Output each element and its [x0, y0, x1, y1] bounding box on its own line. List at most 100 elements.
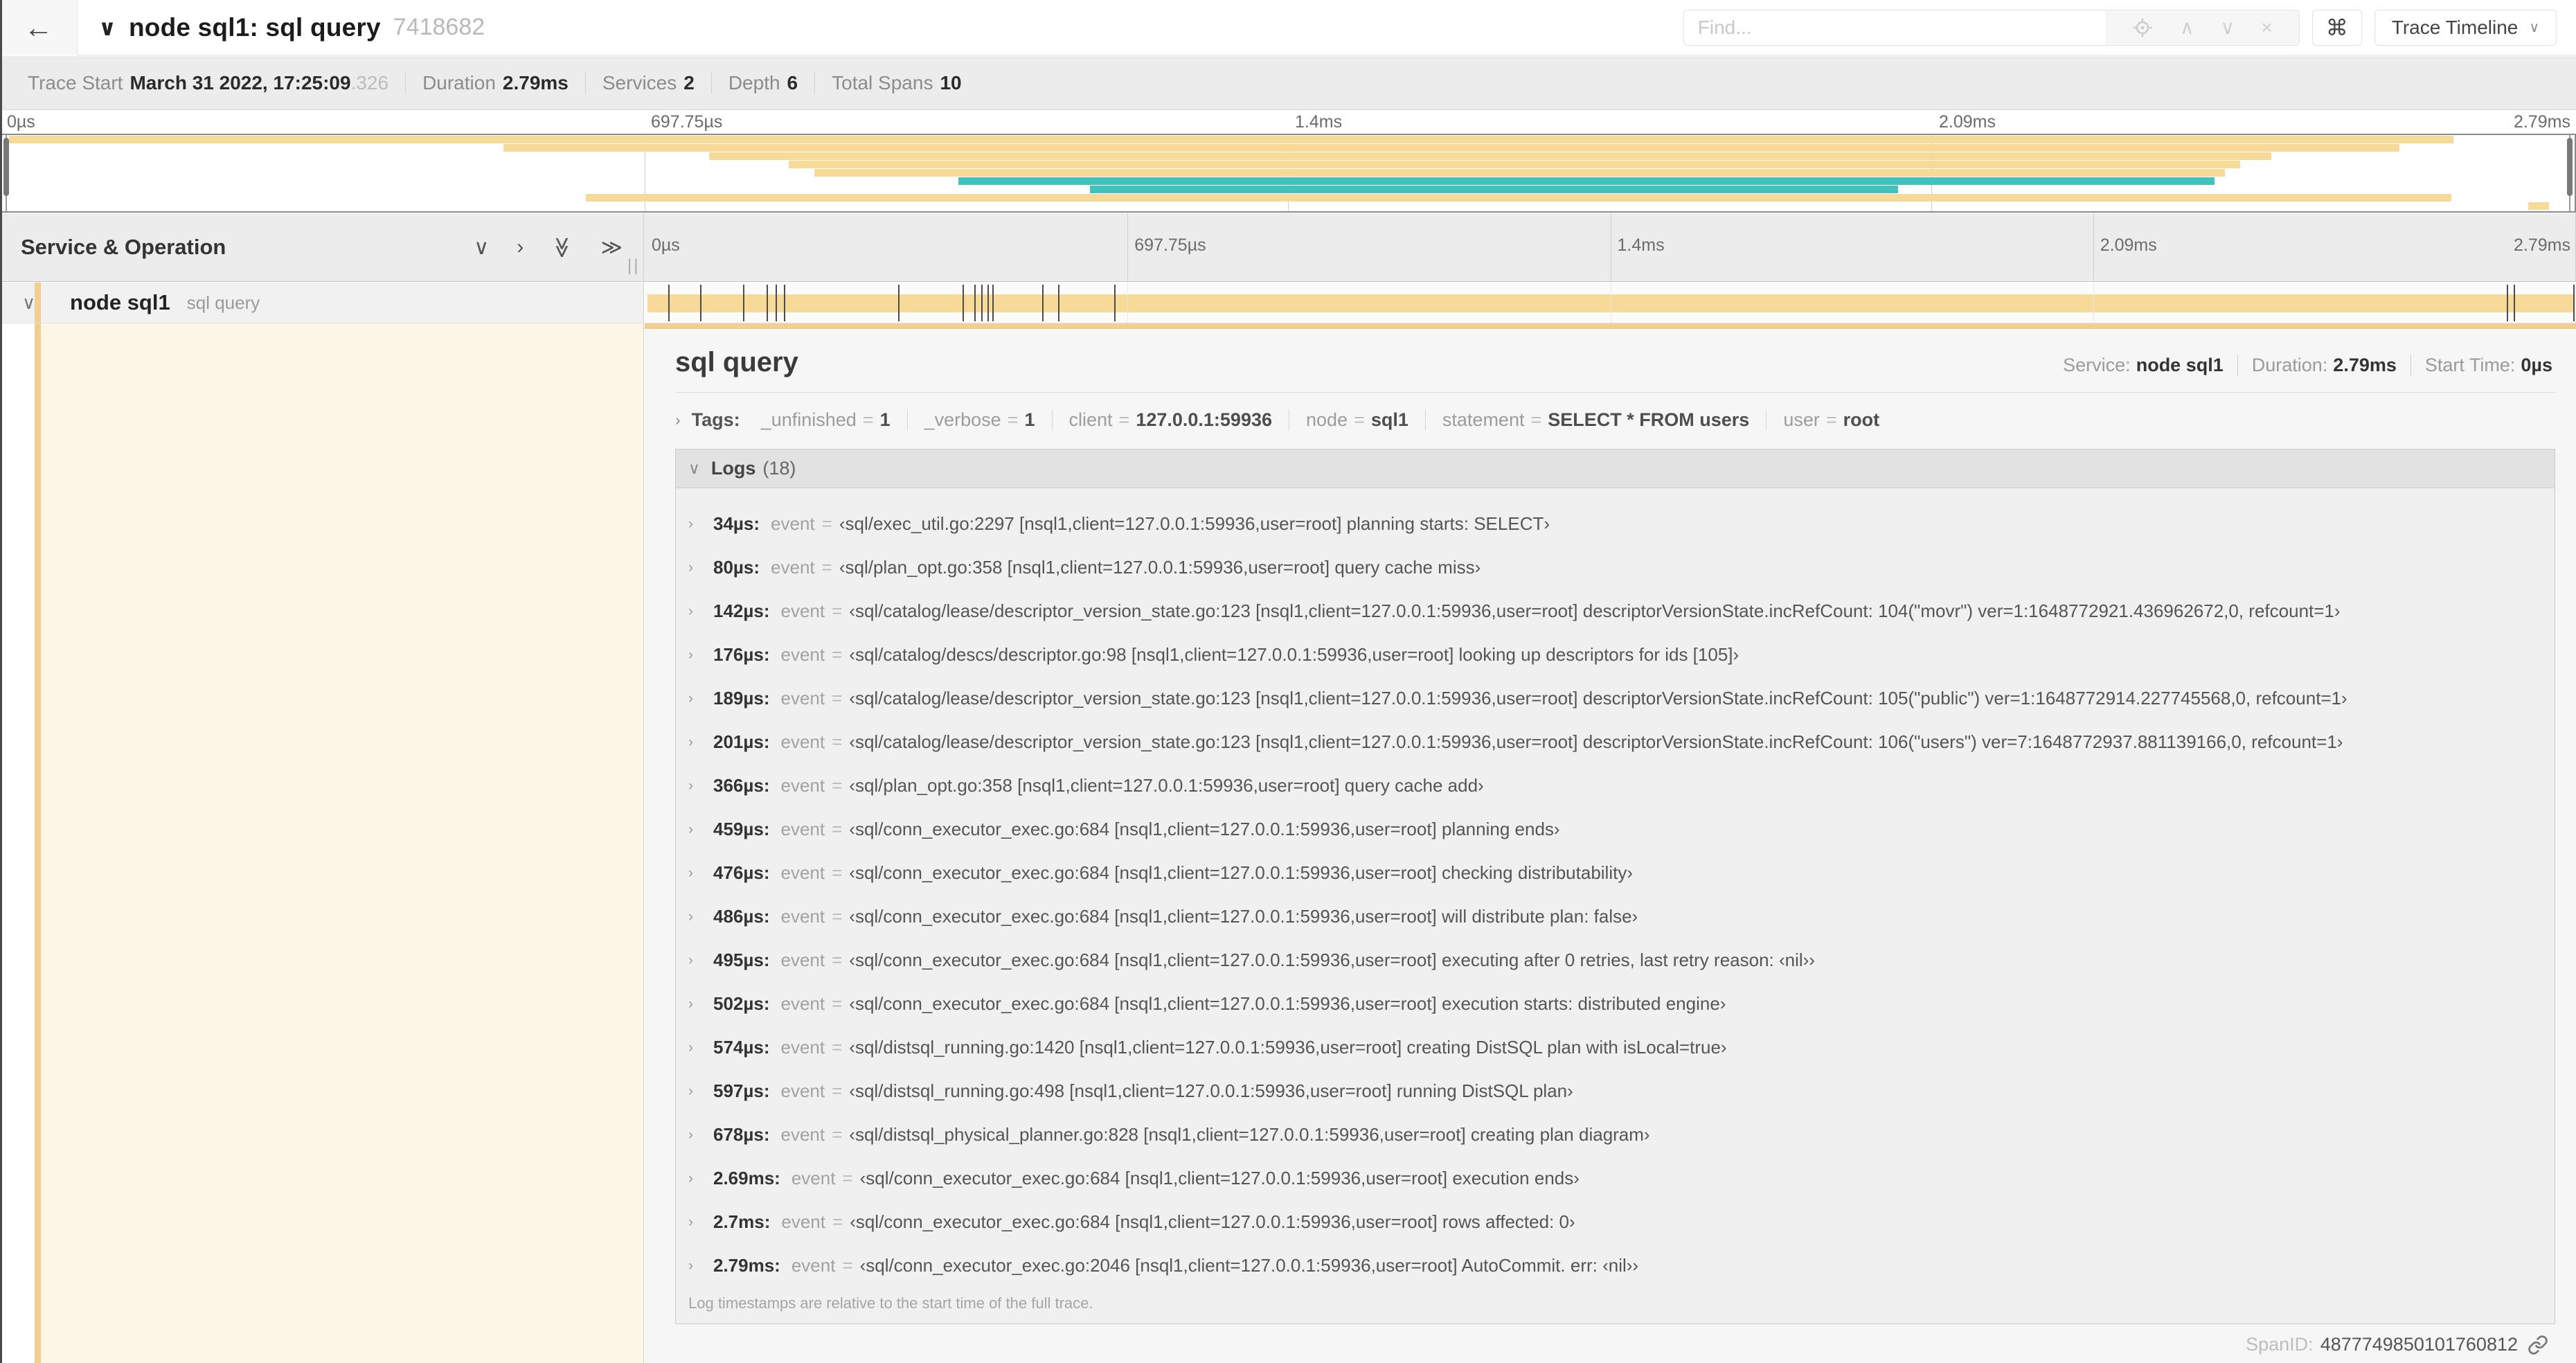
log-row[interactable]: › 2.79ms: event = ‹sql/conn_executor_exec.go…: [688, 1244, 2555, 1288]
span-name-cell[interactable]: ∨ node sql1 sql query: [0, 283, 644, 323]
deep-link-icon[interactable]: [2528, 1335, 2548, 1355]
log-row[interactable]: › 142µs: event = ‹sql/catalog/lease/descript…: [688, 589, 2555, 633]
log-row[interactable]: › 201µs: event = ‹sql/catalog/lease/descript…: [688, 720, 2555, 764]
log-row[interactable]: › 2.7ms: event = ‹sql/conn_executor_exec.go:…: [688, 1200, 2555, 1244]
trace-info-value: March 31 2022, 17:25:09.326: [129, 71, 389, 93]
log-row[interactable]: › 574µs: event = ‹sql/distsql_running.go:142…: [688, 1026, 2555, 1069]
trace-info-value: 2.79ms: [502, 71, 569, 93]
log-row[interactable]: › 366µs: event = ‹sql/plan_opt.go:358 [nsql1…: [688, 764, 2555, 808]
log-row[interactable]: › 486µs: event = ‹sql/conn_executor_exec.go:…: [688, 895, 2555, 938]
chevron-right-icon[interactable]: ›: [688, 516, 713, 533]
log-row[interactable]: › 189µs: event = ‹sql/catalog/lease/descript…: [688, 677, 2555, 720]
log-key: event: [780, 906, 825, 927]
trace-view-selector[interactable]: Trace Timeline ∨: [2374, 9, 2557, 46]
log-row[interactable]: › 476µs: event = ‹sql/conn_executor_exec.go:…: [688, 851, 2555, 895]
trace-minimap[interactable]: [0, 134, 2576, 213]
tags-list: _unfinished = 1 _verbose = 1 client = 127.0.0.1:…: [744, 409, 1896, 431]
log-value: ‹sql/conn_executor_exec.go:684 [nsql1,cl…: [859, 1168, 1580, 1188]
trace-info-bar: Trace Start March 31 2022, 17:25:09.326 Du…: [0, 56, 2576, 110]
span-collapse-chevron-icon[interactable]: ∨: [22, 292, 35, 314]
trace-info-item: Duration 2.79ms: [406, 71, 586, 94]
find-clear-icon[interactable]: ×: [2261, 17, 2272, 39]
chevron-right-icon[interactable]: ›: [688, 909, 713, 925]
log-event-tick: [962, 285, 964, 321]
tag-item[interactable]: client = 127.0.0.1:59936: [1053, 409, 1290, 431]
ruler-tick-label: 2.79ms: [2514, 112, 2570, 132]
log-event-tick: [897, 285, 900, 321]
keyboard-shortcuts-button[interactable]: ⌘: [2311, 9, 2362, 46]
chevron-right-icon[interactable]: ›: [688, 952, 713, 969]
log-value: ‹sql/conn_executor_exec.go:684 [nsql1,cl…: [849, 993, 1726, 1014]
find-prev-icon[interactable]: ∧: [2180, 16, 2194, 39]
span-row: ∨ node sql1 sql query: [0, 283, 2576, 323]
tags-label[interactable]: Tags:: [692, 409, 740, 431]
chevron-right-icon[interactable]: ›: [688, 996, 713, 1013]
chevron-right-icon[interactable]: ›: [688, 778, 713, 794]
log-row[interactable]: › 502µs: event = ‹sql/conn_executor_exec.go:…: [688, 982, 2555, 1026]
tag-item[interactable]: user = root: [1766, 409, 1896, 431]
log-event-tick: [775, 285, 777, 321]
tag-item[interactable]: statement = SELECT * FROM users: [1426, 409, 1767, 431]
find-box: ∧ ∨ ×: [1683, 9, 2300, 46]
chevron-right-icon[interactable]: ›: [688, 647, 713, 663]
log-row[interactable]: › 495µs: event = ‹sql/conn_executor_exec.go:…: [688, 938, 2555, 982]
minimap-left-grip[interactable]: [3, 138, 9, 196]
chevron-right-icon[interactable]: ›: [688, 1127, 713, 1143]
trace-info-value: 2: [683, 71, 695, 93]
log-row[interactable]: › 459µs: event = ‹sql/conn_executor_exec.go:…: [688, 808, 2555, 851]
timeline-gridline: [1127, 283, 1129, 323]
chevron-right-icon[interactable]: ›: [688, 734, 713, 751]
chevron-right-icon[interactable]: ›: [688, 1214, 713, 1231]
log-value: ‹sql/distsql_running.go:1420 [nsql1,clie…: [849, 1037, 1727, 1058]
log-timestamp: 476µs:: [713, 862, 770, 883]
chevron-right-icon[interactable]: ›: [688, 1170, 713, 1187]
log-key: event: [780, 819, 825, 839]
column-resize-grip[interactable]: ||: [627, 256, 640, 276]
span-operation-name: sql query: [186, 292, 260, 313]
log-row[interactable]: › 678µs: event = ‹sql/distsql_physical_plann…: [688, 1113, 2555, 1157]
chevron-right-icon[interactable]: ›: [688, 821, 713, 838]
minimap-right-grip[interactable]: [2567, 138, 2573, 196]
chevron-right-icon[interactable]: ›: [688, 560, 713, 576]
locate-icon[interactable]: [2131, 17, 2154, 39]
chevron-right-icon[interactable]: ›: [688, 865, 713, 882]
tags-row[interactable]: › Tags: _unfinished = 1 _verbose = 1 client = 12…: [675, 409, 2555, 431]
collapse-one-icon[interactable]: ∨: [474, 235, 489, 260]
chevron-right-icon[interactable]: ›: [688, 1083, 713, 1100]
tag-item[interactable]: _unfinished = 1: [744, 409, 908, 431]
log-row[interactable]: › 176µs: event = ‹sql/catalog/descs/descript…: [688, 633, 2555, 677]
chevron-right-icon[interactable]: ›: [675, 411, 681, 429]
span-service-name[interactable]: node sql1: [70, 290, 170, 315]
log-row[interactable]: › 80µs: event = ‹sql/plan_opt.go:358 [nsql1,…: [688, 546, 2555, 589]
tag-item[interactable]: node = sql1: [1289, 409, 1426, 431]
logs-header[interactable]: ∨ Logs (18): [676, 449, 2555, 488]
collapse-all-icon[interactable]: ≫: [550, 236, 574, 258]
expand-all-icon[interactable]: ≫: [601, 235, 623, 260]
find-next-icon[interactable]: ∨: [2221, 16, 2235, 39]
tag-key: client: [1068, 409, 1113, 430]
chevron-right-icon[interactable]: ›: [688, 1040, 713, 1056]
back-button[interactable]: ←: [0, 0, 78, 55]
ruler-tick-label: 1.4ms: [1617, 235, 1665, 255]
chevron-right-icon[interactable]: ›: [688, 603, 713, 620]
tag-item[interactable]: _verbose = 1: [908, 409, 1053, 431]
minimap-span-bar: [789, 161, 2240, 168]
equals-sign: =: [832, 1080, 843, 1101]
log-row[interactable]: › 2.69ms: event = ‹sql/conn_executor_exec.go…: [688, 1157, 2555, 1200]
expand-one-icon[interactable]: ›: [517, 235, 524, 260]
trace-info-value: 10: [940, 71, 962, 93]
trace-collapse-chevron-icon[interactable]: ∨: [98, 15, 116, 41]
minimap-span-bar: [9, 136, 2454, 143]
chevron-right-icon[interactable]: ›: [688, 1258, 713, 1274]
equals-sign: =: [1825, 409, 1837, 430]
log-key: event: [771, 557, 815, 578]
minimap-right-scrubber[interactable]: [2567, 135, 2573, 211]
chevron-right-icon[interactable]: ›: [688, 691, 713, 707]
log-key: event: [780, 1037, 825, 1058]
find-input[interactable]: [1683, 10, 2105, 45]
service-operation-title: Service & Operation: [21, 235, 226, 259]
log-value: ‹sql/distsql_running.go:498 [nsql1,clien…: [849, 1080, 1573, 1101]
log-row[interactable]: › 597µs: event = ‹sql/distsql_running.go:498…: [688, 1069, 2555, 1113]
log-row[interactable]: › 34µs: event = ‹sql/exec_util.go:2297 [nsql…: [688, 502, 2555, 546]
minimap-left-scrubber[interactable]: [3, 135, 9, 211]
